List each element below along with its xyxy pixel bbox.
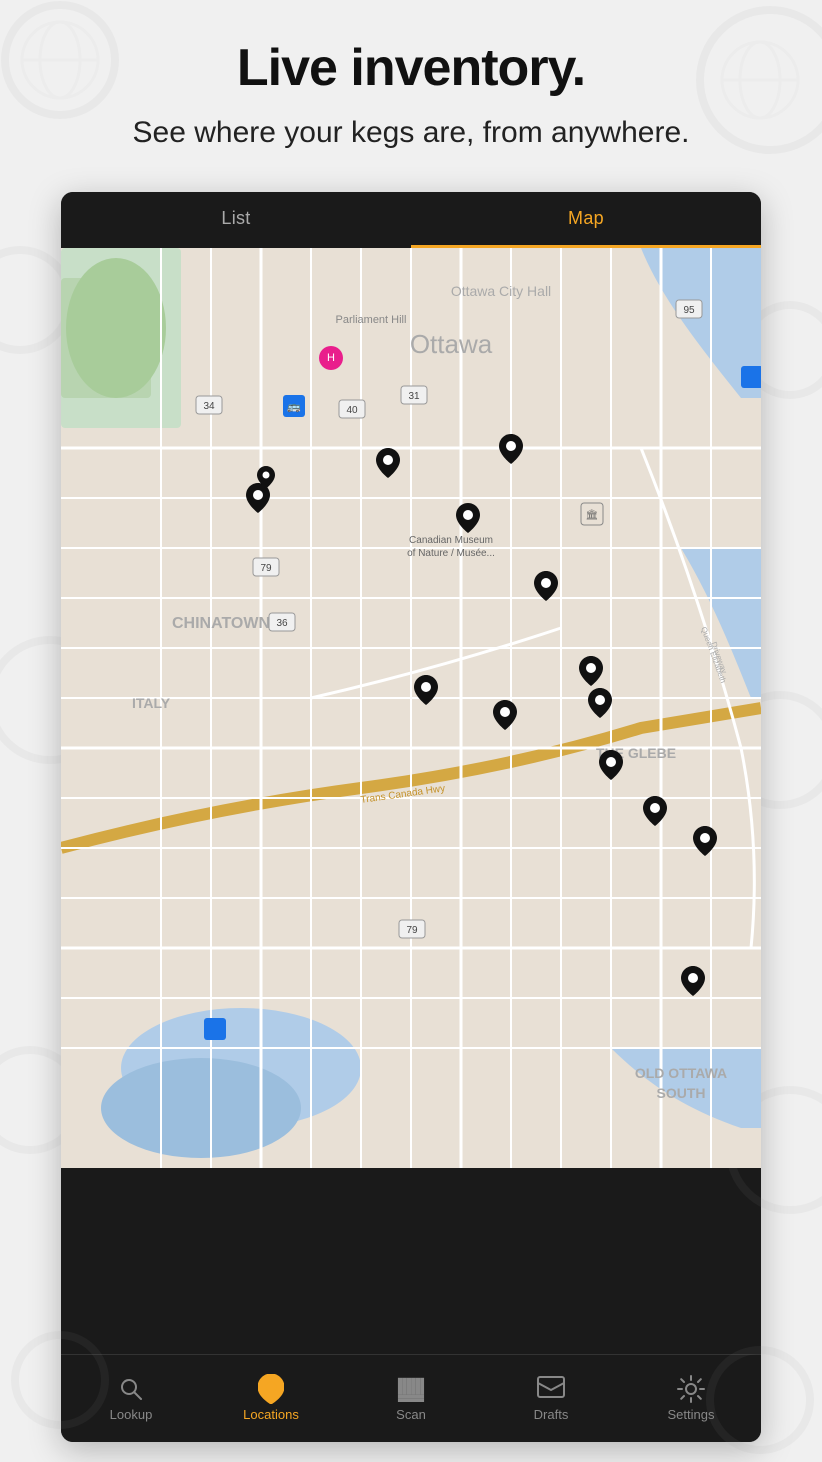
- svg-text:Parliament Hill: Parliament Hill: [336, 314, 407, 326]
- map-area[interactable]: Parliament Hill Ottawa City Hall Ottawa …: [61, 248, 761, 1354]
- svg-text:OLD OTTAWA: OLD OTTAWA: [635, 1065, 727, 1081]
- sub-title: See where your kegs are, from anywhere.: [20, 113, 802, 152]
- nav-label-lookup: Lookup: [110, 1407, 153, 1422]
- search-icon: [117, 1375, 145, 1403]
- tab-map[interactable]: Map: [411, 192, 761, 248]
- app-container: List Map: [61, 192, 761, 1442]
- nav-label-settings: Settings: [668, 1407, 715, 1422]
- tab-list[interactable]: List: [61, 192, 411, 248]
- svg-text:🚌: 🚌: [287, 401, 301, 413]
- svg-text:Ottawa City Hall: Ottawa City Hall: [451, 283, 551, 299]
- drafts-icon: [537, 1375, 565, 1403]
- app-screen: Live inventory. See where your kegs are,…: [0, 0, 822, 1462]
- main-title: Live inventory.: [20, 40, 802, 97]
- svg-text:79: 79: [406, 925, 418, 936]
- svg-text:79: 79: [260, 563, 272, 574]
- svg-text:Canadian Museum: Canadian Museum: [409, 535, 493, 546]
- map-svg: Parliament Hill Ottawa City Hall Ottawa …: [61, 248, 761, 1168]
- nav-item-scan[interactable]: Scan: [341, 1375, 481, 1422]
- header-section: Live inventory. See where your kegs are,…: [0, 0, 822, 172]
- nav-label-scan: Scan: [396, 1407, 426, 1422]
- svg-text:CHINATOWN: CHINATOWN: [172, 615, 270, 632]
- svg-text:34: 34: [203, 401, 215, 412]
- bottom-nav: Lookup Locations: [61, 1354, 761, 1442]
- tab-map-label: Map: [568, 208, 604, 229]
- scan-icon: [397, 1375, 425, 1403]
- svg-text:H: H: [327, 352, 335, 364]
- nav-item-settings[interactable]: Settings: [621, 1375, 761, 1422]
- nav-item-locations[interactable]: Locations: [201, 1375, 341, 1422]
- tab-list-label: List: [221, 208, 250, 229]
- svg-text:95: 95: [683, 305, 695, 316]
- svg-text:40: 40: [346, 405, 358, 416]
- svg-text:36: 36: [276, 618, 288, 629]
- nav-label-locations: Locations: [243, 1407, 299, 1422]
- nav-item-lookup[interactable]: Lookup: [61, 1375, 201, 1422]
- svg-text:of Nature / Musée...: of Nature / Musée...: [407, 548, 495, 559]
- svg-text:ITALY: ITALY: [132, 695, 171, 711]
- nav-label-drafts: Drafts: [534, 1407, 569, 1422]
- location-icon: [257, 1375, 285, 1403]
- tab-bar: List Map: [61, 192, 761, 248]
- svg-text:Ottawa: Ottawa: [410, 329, 493, 359]
- settings-icon: [677, 1375, 705, 1403]
- svg-text:SOUTH: SOUTH: [657, 1085, 706, 1101]
- svg-text:🏛: 🏛: [586, 509, 599, 521]
- nav-item-drafts[interactable]: Drafts: [481, 1375, 621, 1422]
- svg-text:31: 31: [408, 391, 420, 402]
